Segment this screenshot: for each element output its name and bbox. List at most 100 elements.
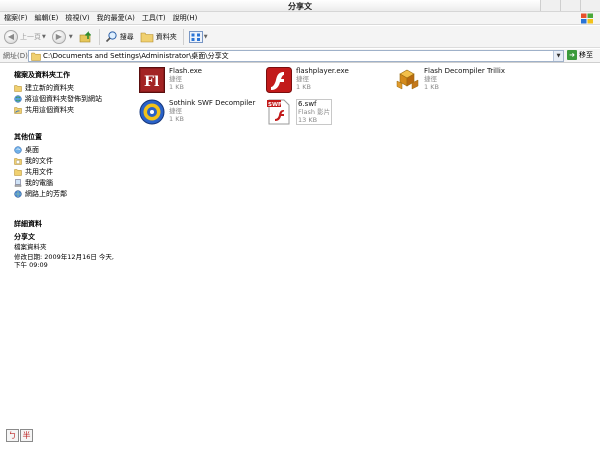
file-item-flash-decompiler-trillix[interactable]: Flash Decompiler Trillix 捷徑 1 KB	[394, 67, 505, 93]
file-item-6-swf[interactable]: SWF 6.swf Flash 影片 13 KB	[266, 99, 333, 125]
share-folder-icon	[14, 107, 22, 114]
menu-help[interactable]: 說明(H)	[173, 13, 198, 23]
task-label: 建立新的資料夾	[25, 84, 74, 92]
menu-file[interactable]: 檔案(F)	[4, 13, 28, 23]
address-label: 網址(D)	[3, 51, 28, 60]
place-label: 網路上的芳鄰	[25, 190, 67, 198]
file-name: Flash Decompiler Trillix	[424, 67, 506, 75]
tasks-section-title[interactable]: 檔案及資料夾工作	[14, 70, 70, 80]
menu-bar: 檔案(F) 編輯(E) 檢視(V) 我的最愛(A) 工具(T) 說明(H)	[0, 12, 600, 25]
toolbar: ◀ 上一頁 ▼ ▶ ▼ 搜尋 資料夾 ▼	[0, 26, 600, 48]
file-size: 1 KB	[424, 83, 439, 91]
folders-button[interactable]: 資料夾	[140, 31, 177, 43]
toolbar-separator	[98, 28, 100, 45]
details-modified-time: 下午 09:09	[14, 261, 48, 269]
place-shared-documents[interactable]: 共用文件	[14, 167, 53, 177]
ime-mode-button[interactable]: ㄅ	[6, 429, 19, 442]
file-item-flashplayer-exe[interactable]: flashplayer.exe 捷徑 1 KB	[266, 67, 349, 93]
my-documents-icon	[14, 158, 22, 165]
task-new-folder[interactable]: 建立新的資料夾	[14, 83, 74, 93]
address-path: C:\Documents and Settings\Administrator\…	[43, 52, 229, 60]
menu-favorites[interactable]: 我的最愛(A)	[97, 13, 135, 23]
sothink-icon	[139, 99, 165, 125]
menu-edit[interactable]: 編輯(E)	[35, 13, 59, 23]
menu-tools[interactable]: 工具(T)	[142, 13, 166, 23]
file-type: 捷徑	[296, 75, 309, 83]
go-button[interactable]: ➜ 移至	[567, 50, 593, 60]
close-button[interactable]	[580, 0, 600, 11]
back-label: 上一頁	[20, 32, 41, 41]
place-my-documents[interactable]: 我的文件	[14, 156, 53, 166]
file-size: 13 KB	[298, 116, 318, 124]
folder-icon	[140, 32, 154, 42]
file-item-sothink-swf-decompiler[interactable]: Sothink SWF Decompiler 捷徑 1 KB	[139, 99, 255, 125]
new-folder-icon	[14, 85, 22, 92]
ime-toolbar: ㄅ 半	[6, 429, 34, 442]
file-view: Fl Flash.exe 捷徑 1 KB flashplayer.exe 捷徑 …	[135, 64, 600, 424]
file-size: 1 KB	[296, 83, 311, 91]
go-arrow-icon: ➜	[567, 50, 577, 60]
task-share-folder[interactable]: 共用這個資料夾	[14, 105, 74, 115]
publish-web-icon	[14, 95, 22, 103]
shared-documents-icon	[14, 169, 22, 176]
place-my-computer[interactable]: 我的電腦	[14, 178, 53, 188]
svg-text:SWF: SWF	[268, 102, 282, 108]
details-type: 檔案資料夾	[14, 243, 47, 251]
place-label: 我的文件	[25, 157, 53, 165]
svg-text:Fl: Fl	[144, 74, 159, 90]
ime-halfwidth-button[interactable]: 半	[20, 429, 33, 442]
search-label: 搜尋	[119, 32, 134, 41]
search-button[interactable]: 搜尋	[105, 30, 134, 43]
search-icon	[105, 31, 117, 43]
places-section-title[interactable]: 其他位置	[14, 132, 42, 142]
file-type: Flash 影片	[298, 108, 331, 116]
go-label: 移至	[579, 51, 593, 59]
views-dropdown-icon: ▼	[203, 33, 208, 40]
forward-arrow-icon: ▶	[51, 29, 66, 44]
windows-logo-icon	[581, 13, 593, 24]
title-bar: 分享文	[0, 0, 600, 12]
forward-button[interactable]: ▶ ▼	[51, 29, 73, 44]
up-folder-icon	[79, 30, 91, 42]
file-type: 捷徑	[169, 107, 182, 115]
back-button[interactable]: ◀ 上一頁 ▼	[4, 29, 46, 44]
file-size: 1 KB	[169, 83, 184, 91]
place-label: 我的電腦	[25, 179, 53, 187]
address-dropdown-icon[interactable]: ▼	[553, 51, 563, 61]
task-publish-web[interactable]: 將這個資料夾發佈到網站	[14, 94, 102, 104]
minimize-button[interactable]	[540, 0, 560, 11]
folders-label: 資料夾	[155, 32, 177, 41]
window-controls	[540, 0, 600, 11]
details-section-title[interactable]: 詳細資料	[14, 219, 42, 229]
task-pane: 檔案及資料夾工作 建立新的資料夾 將這個資料夾發佈到網站 共用這個資料夾 其他位…	[0, 64, 130, 424]
place-desktop[interactable]: 桌面	[14, 145, 39, 155]
address-bar: 網址(D) C:\Documents and Settings\Administ…	[0, 49, 600, 63]
flash-player-icon	[266, 67, 292, 93]
file-item-flash-exe[interactable]: Fl Flash.exe 捷徑 1 KB	[139, 67, 202, 93]
task-label: 共用這個資料夾	[25, 106, 74, 114]
my-computer-icon	[14, 179, 22, 187]
up-folder-button[interactable]	[79, 30, 93, 44]
forward-dropdown-icon: ▼	[68, 33, 73, 40]
place-label: 共用文件	[25, 168, 53, 176]
swf-file-icon: SWF	[267, 99, 290, 125]
desktop-icon	[14, 146, 22, 154]
file-type: 捷徑	[424, 75, 437, 83]
window-title: 分享文	[288, 2, 312, 11]
address-input[interactable]: C:\Documents and Settings\Administrator\…	[28, 50, 564, 62]
file-size: 1 KB	[169, 115, 184, 123]
maximize-button[interactable]	[560, 0, 580, 11]
task-label: 將這個資料夾發佈到網站	[25, 95, 102, 103]
file-name: 6.swf	[298, 100, 317, 108]
menu-view[interactable]: 檢視(V)	[65, 13, 89, 23]
views-grid-icon	[188, 30, 203, 43]
file-name: Sothink SWF Decompiler	[169, 99, 256, 107]
views-button[interactable]: ▼	[188, 30, 208, 43]
place-label: 桌面	[25, 146, 39, 154]
file-type: 捷徑	[169, 75, 182, 83]
network-places-icon	[14, 190, 22, 198]
back-dropdown-icon: ▼	[42, 33, 46, 40]
place-network[interactable]: 網路上的芳鄰	[14, 189, 67, 199]
folder-icon	[31, 52, 41, 61]
file-name: Flash.exe	[169, 67, 202, 75]
